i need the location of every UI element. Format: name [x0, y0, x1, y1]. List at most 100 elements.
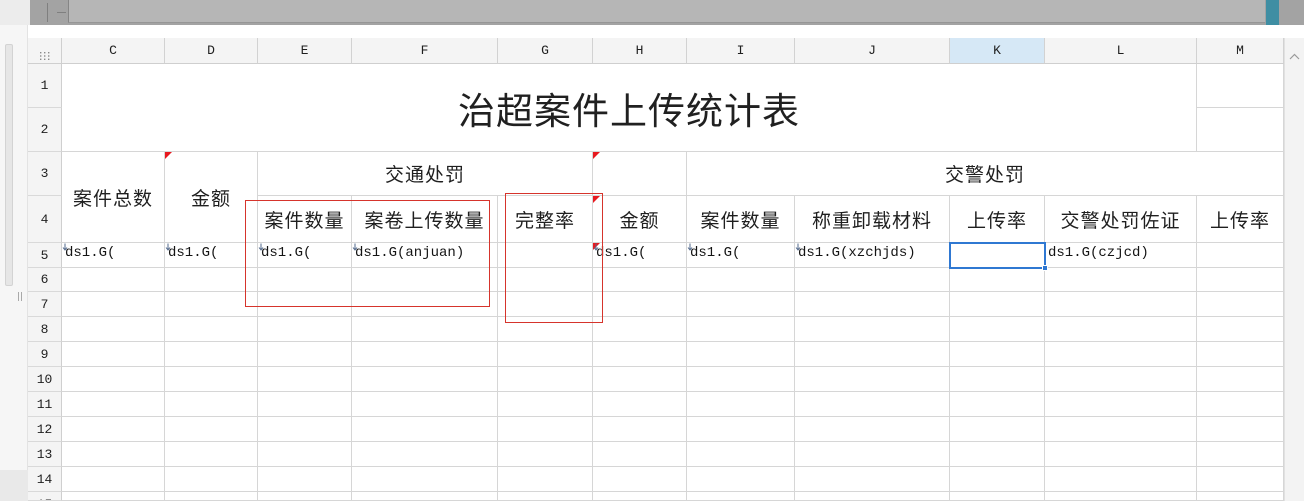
formula-cell[interactable]: ds1.G(czjcd) — [1045, 243, 1197, 268]
empty-cell[interactable] — [687, 268, 795, 292]
empty-cell[interactable] — [950, 442, 1045, 467]
empty-cell[interactable] — [165, 417, 258, 442]
empty-cell[interactable] — [352, 467, 498, 492]
empty-cell[interactable] — [687, 417, 795, 442]
header-case-total-cell[interactable]: 案件总数 — [62, 152, 165, 243]
left-scroll-thumb[interactable] — [5, 44, 13, 286]
empty-cell[interactable] — [258, 467, 352, 492]
empty-cell[interactable] — [593, 442, 687, 467]
empty-cell[interactable] — [1197, 268, 1284, 292]
empty-cell[interactable] — [498, 467, 593, 492]
empty-cell[interactable] — [950, 467, 1045, 492]
empty-cell[interactable] — [593, 467, 687, 492]
empty-cell[interactable] — [352, 342, 498, 367]
row-header-5[interactable]: 5 — [28, 243, 62, 268]
formula-cell[interactable]: ds1.G( — [687, 243, 795, 268]
row-header-11[interactable]: 11 — [28, 392, 62, 417]
empty-cell[interactable] — [593, 268, 687, 292]
empty-cell[interactable] — [1045, 367, 1197, 392]
empty-cell[interactable] — [352, 492, 498, 501]
empty-cell[interactable] — [258, 342, 352, 367]
empty-cell[interactable] — [687, 442, 795, 467]
empty-cell[interactable] — [593, 292, 687, 317]
row-header-15[interactable]: 15 — [28, 492, 62, 501]
empty-cell[interactable] — [498, 417, 593, 442]
empty-cell[interactable] — [593, 317, 687, 342]
empty-cell[interactable] — [950, 268, 1045, 292]
column-header-d[interactable]: D — [165, 38, 258, 64]
column-header-j[interactable]: J — [795, 38, 950, 64]
column-header-f[interactable]: F — [352, 38, 498, 64]
selected-cell-border[interactable] — [949, 242, 1046, 269]
column-header-e[interactable]: E — [258, 38, 352, 64]
empty-cell[interactable] — [950, 292, 1045, 317]
empty-cell[interactable] — [950, 392, 1045, 417]
formula-cell[interactable]: ds1.G( — [593, 243, 687, 268]
empty-cell[interactable] — [1045, 342, 1197, 367]
empty-cell[interactable] — [687, 467, 795, 492]
empty-cell[interactable] — [498, 342, 593, 367]
column-header-c[interactable]: C — [62, 38, 165, 64]
empty-cell[interactable] — [1045, 417, 1197, 442]
empty-cell[interactable] — [1197, 417, 1284, 442]
empty-header-cell[interactable] — [593, 152, 687, 196]
row-header-6[interactable]: 6 — [28, 268, 62, 292]
empty-cell[interactable] — [258, 367, 352, 392]
empty-cell[interactable] — [795, 467, 950, 492]
empty-cell[interactable] — [1197, 243, 1284, 268]
empty-cell[interactable] — [352, 442, 498, 467]
empty-cell[interactable] — [498, 367, 593, 392]
row-header-2[interactable]: 2 — [28, 108, 62, 152]
empty-cell[interactable] — [795, 492, 950, 501]
column-header-l[interactable]: L — [1045, 38, 1197, 64]
empty-cell[interactable] — [62, 292, 165, 317]
empty-cell[interactable] — [498, 442, 593, 467]
row-header-12[interactable]: 12 — [28, 417, 62, 442]
empty-cell[interactable] — [165, 492, 258, 501]
empty-cell[interactable] — [62, 367, 165, 392]
empty-cell[interactable] — [258, 392, 352, 417]
empty-cell[interactable] — [1197, 342, 1284, 367]
empty-cell[interactable] — [258, 492, 352, 501]
empty-cell[interactable] — [62, 342, 165, 367]
empty-cell[interactable] — [1197, 392, 1284, 417]
empty-cell[interactable] — [795, 392, 950, 417]
header-police-evidence[interactable]: 交警处罚佐证 — [1045, 196, 1197, 243]
empty-cell[interactable] — [687, 392, 795, 417]
empty-cell[interactable] — [593, 342, 687, 367]
header-police-penalty-group[interactable]: 交警处罚 — [687, 152, 1284, 196]
header-police-upload-rate-2[interactable]: 上传率 — [1197, 196, 1284, 243]
header-amount-2[interactable]: 金额 — [593, 196, 687, 243]
empty-cell[interactable] — [1197, 64, 1284, 108]
row-header-7[interactable]: 7 — [28, 292, 62, 317]
empty-cell[interactable] — [1045, 442, 1197, 467]
empty-cell[interactable] — [950, 342, 1045, 367]
empty-cell[interactable] — [352, 367, 498, 392]
empty-cell[interactable] — [1197, 108, 1284, 152]
header-police-weighing-material[interactable]: 称重卸载材料 — [795, 196, 950, 243]
row-header-10[interactable]: 10 — [28, 367, 62, 392]
row-header-1[interactable]: 1 — [28, 64, 62, 108]
empty-cell[interactable] — [795, 417, 950, 442]
empty-cell[interactable] — [1045, 492, 1197, 501]
row-header-9[interactable]: 9 — [28, 342, 62, 367]
row-header-8[interactable]: 8 — [28, 317, 62, 342]
empty-cell[interactable] — [795, 442, 950, 467]
empty-cell[interactable] — [687, 367, 795, 392]
empty-cell[interactable] — [62, 467, 165, 492]
row-header-3[interactable]: 3 — [28, 152, 62, 196]
empty-cell[interactable] — [795, 342, 950, 367]
column-header-k[interactable]: K — [950, 38, 1045, 64]
empty-cell[interactable] — [687, 492, 795, 501]
empty-cell[interactable] — [1045, 292, 1197, 317]
empty-cell[interactable] — [352, 417, 498, 442]
empty-cell[interactable] — [165, 367, 258, 392]
fill-handle[interactable] — [1042, 265, 1048, 271]
empty-cell[interactable] — [258, 442, 352, 467]
empty-cell[interactable] — [795, 292, 950, 317]
row-header-13[interactable]: 13 — [28, 442, 62, 467]
empty-cell[interactable] — [593, 367, 687, 392]
empty-cell[interactable] — [795, 268, 950, 292]
empty-cell[interactable] — [687, 317, 795, 342]
empty-cell[interactable] — [258, 317, 352, 342]
